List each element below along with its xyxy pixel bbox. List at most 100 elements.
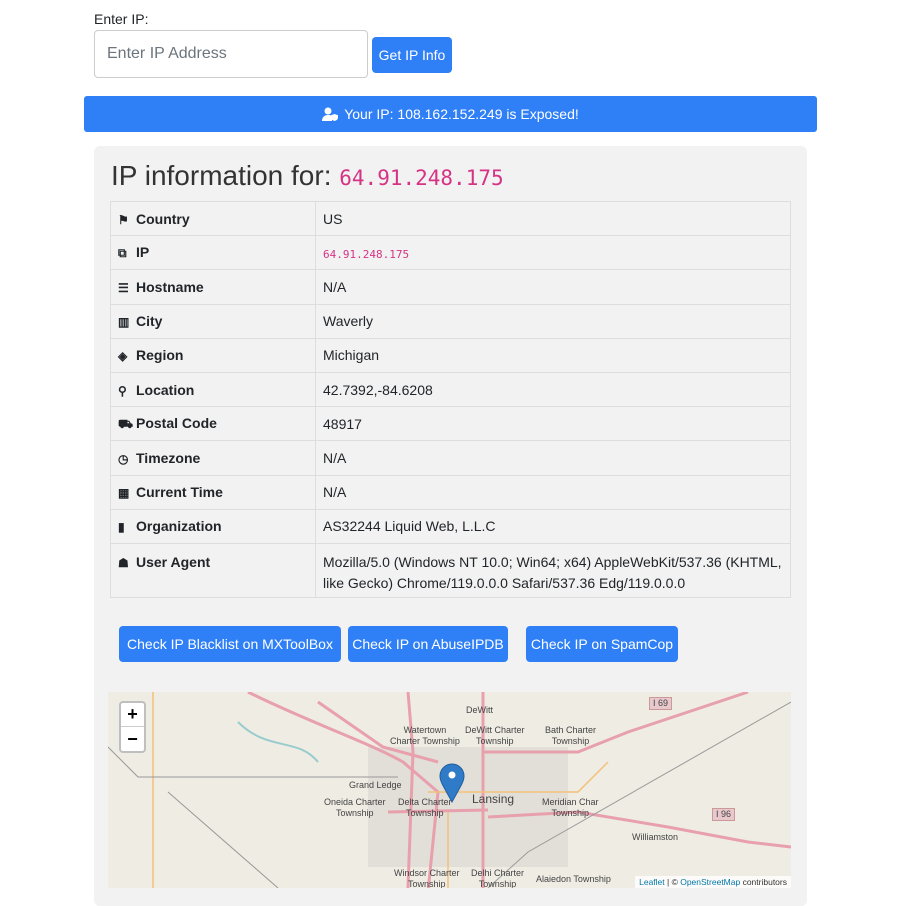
row-label: Timezone [136, 449, 201, 466]
page-title: IP information for: 64.91.248.175 [111, 160, 504, 192]
user-secret-icon: ☗ [118, 555, 129, 570]
map-label: Delta Charter Township [398, 797, 452, 818]
ip-info-table: ⚑ Country US ⧉ IP 64.91.248.175 ☰ Hostname N/A ▥… [110, 200, 791, 598]
queried-ip: 64.91.248.175 [339, 166, 504, 190]
get-ip-info-button[interactable]: Get IP Info [372, 37, 452, 73]
row-value-cell: N/A [315, 440, 791, 476]
flag-icon: ⚑ [118, 212, 129, 227]
row-label-cell: ◈ Region [110, 337, 316, 373]
row-label-cell: ⚑ Country [110, 200, 316, 237]
ip-address-input[interactable] [94, 30, 368, 78]
row-label: Postal Code [136, 414, 217, 431]
leaflet-link[interactable]: Leaflet [639, 877, 665, 887]
row-label: City [136, 313, 163, 330]
map-label: Delhi Charter Township [471, 868, 525, 888]
zoom-in-button[interactable]: + [121, 703, 144, 727]
calendar-icon: ▦ [118, 486, 130, 501]
table-row: ▮ Organization AS32244 Liquid Web, L.L.C [110, 508, 791, 544]
map-label: Windsor Charter Township [394, 868, 460, 888]
row-value: 48917 [323, 415, 362, 432]
network-icon: ⧉ [118, 246, 127, 261]
row-label-cell: ☗ User Agent [110, 542, 316, 598]
row-label-cell: ☰ Hostname [110, 269, 316, 305]
row-value-cell: 64.91.248.175 [315, 235, 791, 271]
table-row: ⧉ IP 64.91.248.175 [110, 235, 791, 271]
server-icon: ☰ [118, 280, 129, 295]
map-label: Lansing [472, 792, 515, 806]
exposed-ip-text: Your IP: 108.162.152.249 is Exposed! [344, 106, 579, 122]
row-label-cell: ▦ Current Time [110, 474, 316, 510]
table-row: ⛟ Postal Code 48917 [110, 406, 791, 442]
map-label: DeWitt [466, 705, 493, 715]
map-zoom-control: + − [119, 701, 146, 753]
row-label: User Agent [136, 553, 211, 570]
map-attribution: Leaflet | © OpenStreetMap contributors [635, 876, 791, 888]
row-value: Waverly [323, 313, 374, 330]
table-row: ▦ Current Time N/A [110, 474, 791, 510]
highway-shield: I 96 [712, 808, 736, 821]
row-value: N/A [323, 484, 347, 501]
location-map[interactable]: DeWitt Watertown Charter Township DeWitt… [108, 692, 791, 888]
row-label-cell: ⛟ Postal Code [110, 406, 316, 442]
row-value-cell: 42.7392,-84.6208 [315, 371, 791, 408]
row-label-cell: ▥ City [110, 303, 316, 339]
row-label: Organization [136, 518, 222, 535]
exposed-ip-banner: Your IP: 108.162.152.249 is Exposed! [84, 96, 817, 132]
table-row: ⚑ Country US [110, 200, 791, 237]
row-value: Mozilla/5.0 (Windows NT 10.0; Win64; x64… [323, 553, 782, 591]
row-label: Location [136, 381, 195, 398]
map-location-icon: ◈ [118, 349, 128, 364]
title-text: IP information for: [111, 160, 332, 191]
row-value-cell: N/A [315, 269, 791, 305]
city-icon: ▥ [118, 315, 130, 330]
row-label: Hostname [136, 278, 204, 295]
map-tiles [108, 692, 791, 888]
ip-input-label: Enter IP: [94, 11, 149, 27]
row-value-cell: Waverly [315, 303, 791, 339]
row-label-cell: ▮ Organization [110, 508, 316, 544]
row-value-cell: AS32244 Liquid Web, L.L.C [315, 508, 791, 544]
row-label: Current Time [136, 484, 223, 501]
user-shield-icon [322, 107, 339, 121]
openstreetmap-link[interactable]: OpenStreetMap [680, 877, 740, 887]
attribution-contributors: contributors [740, 877, 787, 887]
table-row: ◷ Timezone N/A [110, 440, 791, 476]
row-value: US [323, 210, 343, 227]
ip-value: 64.91.248.175 [323, 247, 410, 261]
map-label: Grand Ledge [349, 780, 402, 790]
table-row: ☗ User Agent Mozilla/5.0 (Windows NT 10.0;… [110, 542, 791, 598]
row-value: N/A [323, 278, 347, 295]
map-label: DeWitt Charter Township [465, 725, 525, 746]
zoom-out-button[interactable]: − [121, 727, 144, 751]
row-value: AS32244 Liquid Web, L.L.C [323, 518, 496, 535]
row-label-cell: ⧉ IP [110, 235, 316, 271]
row-value-cell: Mozilla/5.0 (Windows NT 10.0; Win64; x64… [315, 542, 791, 598]
highway-shield: I 69 [649, 697, 673, 710]
row-label-cell: ◷ Timezone [110, 440, 316, 476]
check-abuseipdb-button[interactable]: Check IP on AbuseIPDB [348, 626, 508, 662]
row-value-cell: US [315, 200, 791, 237]
map-label: Watertown Charter Township [390, 725, 460, 746]
map-label: Bath Charter Township [545, 725, 597, 746]
map-marker-icon: ⚲ [118, 383, 127, 398]
table-row: ▥ City Waverly [110, 303, 791, 339]
row-value-cell: N/A [315, 474, 791, 510]
map-label: Williamston [632, 832, 679, 842]
table-row: ☰ Hostname N/A [110, 269, 791, 305]
attribution-sep: | © [664, 877, 681, 887]
row-value: Michigan [323, 347, 380, 364]
check-spamcop-button[interactable]: Check IP on SpamCop [526, 626, 678, 662]
clock-icon: ◷ [118, 451, 129, 466]
map-label: Meridian Char Township [542, 797, 599, 818]
row-label: IP [136, 244, 150, 261]
row-value-cell: Michigan [315, 337, 791, 373]
row-label: Region [136, 347, 184, 364]
table-row: ⚲ Location 42.7392,-84.6208 [110, 371, 791, 408]
map-label: Alaiedon Township [536, 874, 611, 884]
building-icon: ▮ [118, 520, 125, 535]
check-mxtoolbox-button[interactable]: Check IP Blacklist on MXToolBox [119, 626, 341, 662]
table-row: ◈ Region Michigan [110, 337, 791, 373]
map-label: Oneida Charter Township [324, 797, 386, 818]
row-value-cell: 48917 [315, 406, 791, 442]
row-value: 42.7392,-84.6208 [323, 381, 433, 398]
